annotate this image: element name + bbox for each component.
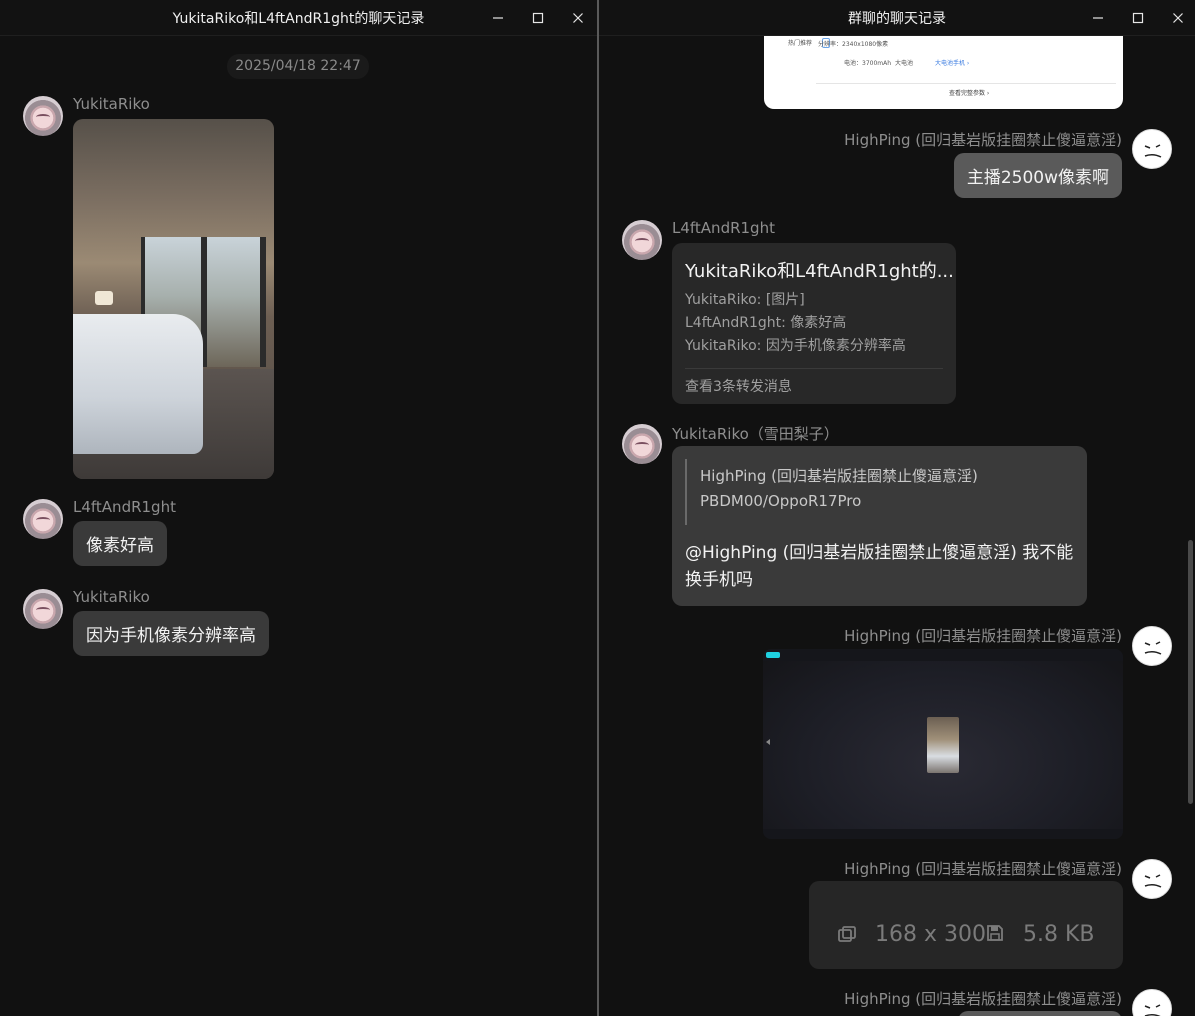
message-bubble[interactable]: 像素好高	[73, 521, 167, 566]
sender-name: L4ftAndR1ght	[672, 219, 775, 237]
scrollbar[interactable]	[1188, 540, 1193, 804]
spec-link: 大电池手机 ›	[935, 60, 970, 67]
spec-tag: 热门推荐	[788, 40, 813, 47]
sender-name: HighPing (回归基岩版挂圈禁止傻逼意淫)	[844, 627, 1122, 645]
forward-line: YukitaRiko: 因为手机像素分辨率高	[685, 338, 906, 354]
message-bubble[interactable]: 主播2500w像素啊	[953, 153, 1122, 198]
sender-name: HighPing (回归基岩版挂圈禁止傻逼意淫)	[844, 860, 1122, 878]
save-icon	[987, 925, 1003, 941]
screenshot-image[interactable]	[763, 649, 1123, 839]
file-size: 5.8 KB	[1023, 922, 1095, 947]
sender-name: YukitaRiko	[73, 95, 150, 113]
avatar[interactable]	[622, 424, 662, 464]
avatar[interactable]	[1132, 129, 1172, 169]
left-titlebar: YukitaRiko和L4ftAndR1ght的聊天记录	[0, 0, 597, 36]
timestamp: 2025/04/18 22:47	[227, 54, 369, 79]
sender-name: YukitaRiko	[73, 588, 150, 606]
sender-name: YukitaRiko（雪田梨子）	[672, 425, 839, 443]
forward-footer: 查看3条转发消息	[685, 379, 792, 395]
quote-text: PBDM00/OppoR17Pro	[700, 492, 862, 510]
avatar[interactable]	[23, 589, 63, 629]
forward-line: L4ftAndR1ght: 像素好高	[685, 315, 847, 331]
spec-row: 电池：3700mAh	[844, 60, 892, 67]
quote-sender: HighPing (回归基岩版挂圈禁止傻逼意淫)	[700, 467, 978, 485]
sender-name: HighPing (回归基岩版挂圈禁止傻逼意淫)	[844, 131, 1122, 149]
close-icon[interactable]	[566, 6, 590, 30]
sender-name: L4ftAndR1ght	[73, 498, 176, 516]
minimize-icon[interactable]	[1086, 6, 1110, 30]
maximize-icon[interactable]	[1126, 6, 1150, 30]
spec-screenshot-card[interactable]: 热门推荐 分辨率：2340x1080像素 电池：3700mAh 大电池 大电池手…	[764, 36, 1123, 109]
close-icon[interactable]	[1166, 6, 1190, 30]
left-chat-window: YukitaRiko和L4ftAndR1ght的聊天记录 2025/04/18 …	[0, 0, 597, 1016]
message-bubble[interactable]	[958, 1011, 1122, 1016]
maximize-icon[interactable]	[526, 6, 550, 30]
avatar[interactable]	[23, 96, 63, 136]
spec-row: 大电池	[895, 60, 914, 67]
forwarded-messages-card[interactable]: YukitaRiko和L4ftAndR1ght的... YukitaRiko: …	[672, 243, 956, 404]
forward-title: YukitaRiko和L4ftAndR1ght的...	[685, 261, 954, 282]
right-chat-window: 群聊的聊天记录 热门推荐 分辨率：2340x1080像素 电池：3700mAh …	[599, 0, 1195, 1016]
image-size-icon	[838, 926, 856, 942]
avatar[interactable]	[23, 499, 63, 539]
sender-name: HighPing (回归基岩版挂圈禁止傻逼意淫)	[844, 990, 1122, 1008]
spec-more: 查看完整参数 ›	[949, 90, 990, 97]
avatar[interactable]	[1132, 626, 1172, 666]
message-bubble[interactable]: 因为手机像素分辨率高	[73, 611, 269, 656]
right-titlebar: 群聊的聊天记录	[599, 0, 1195, 36]
minimize-icon[interactable]	[486, 6, 510, 30]
avatar[interactable]	[1132, 989, 1172, 1016]
spec-row: 分辨率：2340x1080像素	[818, 41, 889, 48]
room-photo-image[interactable]	[73, 119, 274, 479]
image-info-card[interactable]: 168 x 300 5.8 KB	[809, 881, 1123, 969]
reply-message-bubble[interactable]: HighPing (回归基岩版挂圈禁止傻逼意淫) PBDM00/OppoR17P…	[672, 446, 1087, 606]
image-dimensions: 168 x 300	[875, 922, 986, 947]
reply-text: @HighPing (回归基岩版挂圈禁止傻逼意淫) 我不能换手机吗	[685, 543, 1074, 590]
forward-line: YukitaRiko: [图片]	[685, 292, 805, 308]
avatar[interactable]	[1132, 859, 1172, 899]
avatar[interactable]	[622, 220, 662, 260]
